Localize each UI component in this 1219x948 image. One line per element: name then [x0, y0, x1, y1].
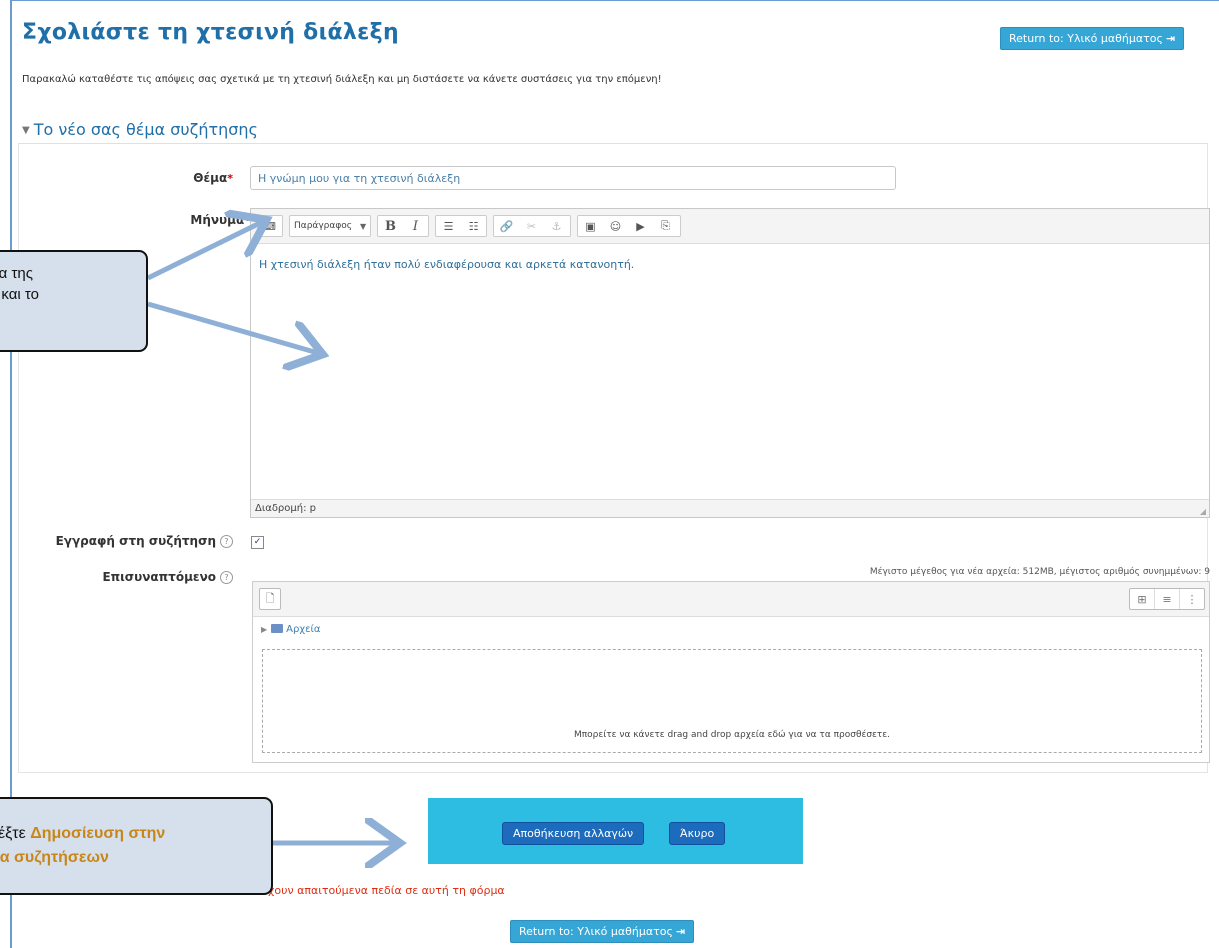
- required-icon: *: [227, 172, 233, 185]
- callout1-line2: ς και το: [0, 286, 39, 303]
- callout2-line2: δα συζητήσεων: [0, 849, 109, 866]
- link-group: 🔗 ✂ ⚓: [493, 215, 571, 237]
- icon-view-icon[interactable]: ⊞: [1130, 589, 1155, 609]
- folder-item[interactable]: ▶ Αρχεία: [261, 624, 321, 635]
- callout2-line1: λέξτε Δημοσίευση στην: [0, 822, 271, 846]
- view-switcher: ⊞ ≡ ⋮: [1129, 588, 1205, 610]
- required-fields-note: χουν απαιτούμενα πεδία σε αυτή τη φόρμα: [268, 884, 505, 897]
- paragraph-select[interactable]: Παράγραφος ▼: [289, 215, 371, 237]
- editor-toolbar: ⌨ Παράγραφος ▼ B I ☰ ☷ 🔗 ✂ ⚓ ▣ ☺ ▶ ⎘: [251, 209, 1209, 244]
- media-icon[interactable]: ▶: [628, 216, 653, 236]
- file-manager: 🗋 ⊞ ≡ ⋮ ▶ Αρχεία Μπορείτε να κάνετε drag …: [252, 581, 1210, 763]
- intro-text: Παρακαλώ καταθέστε τις απόψεις σας σχετι…: [22, 74, 662, 85]
- subscribe-label: Εγγραφή στη συζήτηση?: [40, 534, 233, 548]
- message-label-text: Μήνυμα: [190, 213, 245, 227]
- subject-label-text: Θέμα: [193, 171, 228, 185]
- message-editor[interactable]: ⌨ Παράγραφος ▼ B I ☰ ☷ 🔗 ✂ ⚓ ▣ ☺ ▶ ⎘ Η χτ…: [250, 208, 1210, 518]
- section-title: Το νέο σας θέμα συζήτησης: [33, 120, 258, 139]
- keyboard-icon[interactable]: ⌨: [258, 216, 278, 236]
- return-button-label: Return to: Υλικό μαθήματος: [1009, 32, 1163, 45]
- editor-path-bar: Διαδρομή: p ◢: [251, 499, 1209, 517]
- enter-icon: ⇥: [675, 925, 686, 938]
- file-manager-toolbar: 🗋 ⊞ ≡ ⋮: [253, 582, 1209, 617]
- folder-icon: [271, 624, 284, 633]
- subject-input[interactable]: [250, 166, 896, 190]
- cancel-button[interactable]: Άκυρο: [669, 822, 726, 845]
- numbered-list-icon[interactable]: ☷: [461, 216, 486, 236]
- subject-label: Θέμα*: [120, 171, 233, 185]
- unlink-icon[interactable]: ✂: [519, 216, 544, 236]
- insert-group: ▣ ☺ ▶ ⎘: [577, 215, 681, 237]
- chevron-down-icon: ▼: [360, 221, 367, 231]
- callout2-prefix: λέξτε: [0, 825, 26, 842]
- bold-icon[interactable]: B: [378, 216, 403, 236]
- link-icon[interactable]: 🔗: [494, 216, 519, 236]
- help-icon[interactable]: ?: [220, 571, 233, 584]
- callout-publish: λέξτε Δημοσίευση στην δα συζητήσεων: [0, 797, 273, 895]
- page-title: Σχολιάστε τη χτεσινή διάλεξη: [22, 20, 399, 45]
- section-header[interactable]: ▼ Το νέο σας θέμα συζήτησης: [22, 120, 258, 139]
- callout1-line1: μα της: [0, 265, 33, 282]
- toolbar-toggle-group: ⌨: [257, 215, 283, 237]
- attachment-label: Επισυναπτόμενο?: [40, 570, 233, 584]
- callout2-highlight1: Δημοσίευση στην: [30, 825, 166, 842]
- subscribe-label-text: Εγγραφή στη συζήτηση: [55, 534, 216, 548]
- help-icon[interactable]: ?: [220, 535, 233, 548]
- resize-handle-icon[interactable]: ◢: [1200, 507, 1206, 516]
- dropzone[interactable]: Μπορείτε να κάνετε drag and drop αρχεία …: [262, 649, 1202, 753]
- return-button-bottom[interactable]: Return to: Υλικό μαθήματος ⇥: [510, 920, 695, 943]
- folder-label: Αρχεία: [286, 624, 321, 635]
- callout-subject-message: μα της ς και το: [0, 250, 148, 352]
- list-view-icon[interactable]: ≡: [1155, 589, 1180, 609]
- image-icon[interactable]: ▣: [578, 216, 603, 236]
- return-button-label: Return to: Υλικό μαθήματος: [519, 925, 673, 938]
- editor-content[interactable]: Η χτεσινή διάλεξη ήταν πολύ ενδιαφέρουσα…: [251, 244, 1209, 271]
- dropzone-text: Μπορείτε να κάνετε drag and drop αρχεία …: [573, 730, 891, 740]
- attachment-limits: Μέγιστο μέγεθος για νέα αρχεία: 512MB, μ…: [869, 567, 1210, 577]
- emoticon-icon[interactable]: ☺: [603, 216, 628, 236]
- paragraph-select-label: Παράγραφος: [294, 221, 353, 231]
- tree-view-icon[interactable]: ⋮: [1180, 589, 1204, 609]
- anchor-icon[interactable]: ⚓: [544, 216, 569, 236]
- save-button[interactable]: Αποθήκευση αλλαγών: [502, 822, 645, 845]
- add-file-icon[interactable]: 🗋: [259, 588, 281, 610]
- bullet-list-icon[interactable]: ☰: [436, 216, 461, 236]
- check-icon: ✓: [253, 537, 262, 547]
- return-button-top[interactable]: Return to: Υλικό μαθήματος ⇥: [1000, 27, 1185, 50]
- message-label: Μήνυμα*: [120, 213, 250, 227]
- italic-icon[interactable]: I: [403, 216, 428, 236]
- expand-triangle-icon: ▶: [261, 625, 268, 634]
- format-group: B I: [377, 215, 429, 237]
- collapse-triangle-icon: ▼: [22, 125, 30, 136]
- manage-files-icon[interactable]: ⎘: [653, 216, 678, 236]
- subscribe-checkbox[interactable]: ✓: [251, 536, 264, 549]
- list-group: ☰ ☷: [435, 215, 487, 237]
- path-text: Διαδρομή: p: [255, 503, 316, 514]
- enter-icon: ⇥: [1165, 32, 1176, 45]
- attachment-label-text: Επισυναπτόμενο: [102, 570, 216, 584]
